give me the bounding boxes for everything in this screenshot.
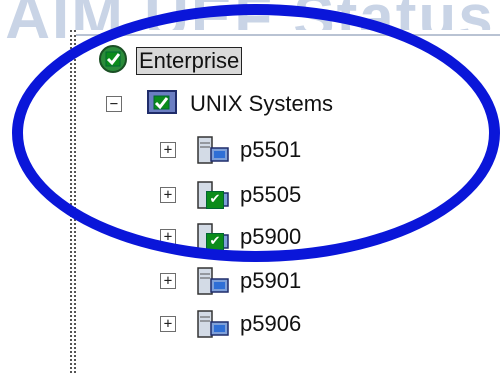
tree-item-label[interactable]: p5906 <box>240 311 301 337</box>
tree-item-label[interactable]: p5901 <box>240 268 301 294</box>
tree-item-system[interactable]: + p5901 <box>160 266 301 296</box>
annotation-ellipse <box>12 4 500 262</box>
server-icon <box>196 267 230 295</box>
server-icon <box>196 310 230 338</box>
tree-item-system[interactable]: + p5906 <box>160 309 301 339</box>
expand-toggle[interactable]: + <box>160 316 176 332</box>
expand-toggle[interactable]: + <box>160 273 176 289</box>
